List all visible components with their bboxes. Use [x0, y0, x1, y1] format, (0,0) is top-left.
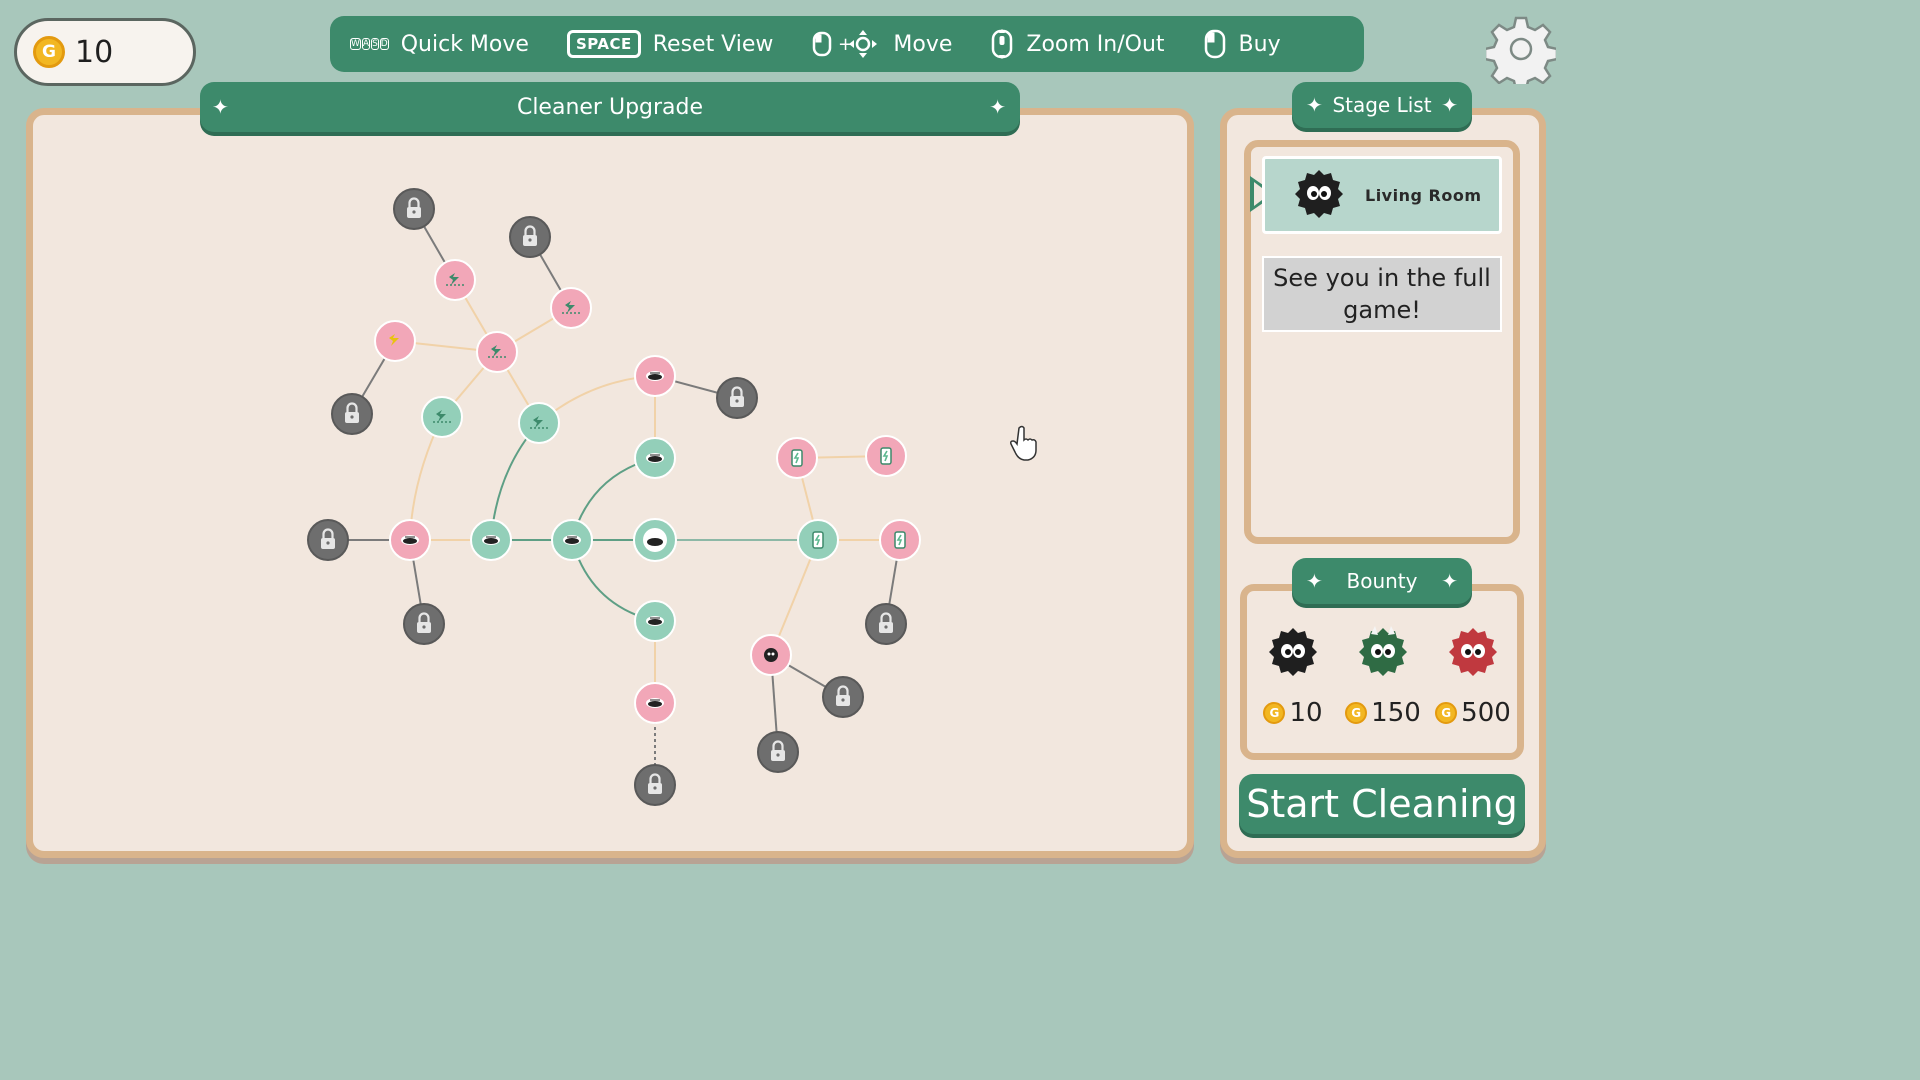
robot-vacuum-icon [645, 697, 665, 709]
coin-icon: G [1263, 702, 1286, 724]
stage-name: Living Room [1365, 185, 1482, 205]
robot-vacuum-icon [481, 534, 501, 546]
demo-notice: See you in the full game! [1262, 256, 1502, 332]
upgrade-node-speed[interactable] [476, 331, 518, 373]
upgrade-node-range[interactable] [634, 600, 676, 642]
upgrade-node-root[interactable] [633, 518, 677, 562]
battery-icon [812, 531, 824, 549]
dust-bunny-icon [1295, 170, 1343, 218]
bounty-item: G 10 [1248, 624, 1338, 728]
upgrade-node-battery[interactable] [865, 435, 907, 477]
upgrade-node-locked[interactable] [716, 377, 758, 419]
bounty-item: G 150 [1338, 624, 1428, 728]
green-horned-dust-bunny-icon [1359, 626, 1407, 676]
purchased-nodes [421, 396, 839, 642]
upgrade-node-cleaner[interactable] [634, 437, 676, 479]
battery-icon [894, 531, 906, 549]
robot-vacuum-icon [400, 534, 420, 546]
available-nodes [374, 259, 921, 724]
upgrade-node-locked[interactable] [757, 731, 799, 773]
sparkle-icon: ✦ [1441, 569, 1458, 593]
upgrade-node-speed[interactable] [550, 287, 592, 329]
hand-cursor-icon [1010, 425, 1037, 461]
upgrade-node-bounty[interactable] [750, 634, 792, 676]
upgrade-node-cleaner[interactable] [634, 355, 676, 397]
upgrade-node-battery[interactable] [797, 519, 839, 561]
bounty-item: G 500 [1428, 624, 1518, 728]
upgrade-node-cleaner[interactable] [551, 519, 593, 561]
upgrade-node-locked[interactable] [307, 519, 349, 561]
coin-icon: G [1345, 702, 1368, 724]
battery-icon [880, 447, 892, 465]
robot-vacuum-icon [645, 370, 665, 382]
upgrade-node-cleaner[interactable] [389, 519, 431, 561]
upgrade-node-locked[interactable] [634, 764, 676, 806]
robot-vacuum-icon [645, 452, 665, 464]
upgrade-node-speed[interactable] [434, 259, 476, 301]
sparkle-icon: ✦ [1306, 569, 1323, 593]
sparkle-icon: ✦ [1306, 93, 1323, 117]
upgrade-node-battery[interactable] [879, 519, 921, 561]
locked-nodes [307, 188, 907, 806]
bounty-reward: 150 [1371, 698, 1421, 728]
coin-icon: G [1435, 702, 1458, 724]
bounty-title: Bounty [1346, 569, 1418, 593]
robot-vacuum-icon [562, 534, 582, 546]
robot-vacuum-icon [645, 615, 665, 627]
upgrade-node-cleaner[interactable] [634, 682, 676, 724]
black-dust-bunny-icon [1269, 628, 1317, 676]
upgrade-node-locked[interactable] [822, 676, 864, 718]
red-dust-bunny-icon [1449, 628, 1497, 676]
bounty-reward: 10 [1289, 698, 1323, 728]
upgrade-node-battery[interactable] [776, 437, 818, 479]
upgrade-node-speed[interactable] [421, 396, 463, 438]
sparkle-icon: ✦ [1441, 93, 1458, 117]
battery-icon [791, 449, 803, 467]
upgrade-node-locked[interactable] [865, 603, 907, 645]
upgrade-node-locked[interactable] [509, 216, 551, 258]
stage-list-title: Stage List [1332, 93, 1432, 117]
dust-bunny-icon [764, 648, 778, 662]
upgrade-node-speed-gold[interactable] [374, 320, 416, 362]
bounty-header: ✦ Bounty ✦ [1292, 558, 1472, 604]
upgrade-node-locked[interactable] [393, 188, 435, 230]
stage-item-living-room[interactable]: Living Room [1262, 156, 1502, 234]
upgrade-node-cleaner[interactable] [470, 519, 512, 561]
start-cleaning-button[interactable]: Start Cleaning [1239, 774, 1525, 834]
bounty-reward: 500 [1461, 698, 1511, 728]
upgrade-node-locked[interactable] [331, 393, 373, 435]
upgrade-node-speed[interactable] [518, 402, 560, 444]
stage-list-header: ✦ Stage List ✦ [1292, 82, 1472, 128]
upgrade-node-locked[interactable] [403, 603, 445, 645]
robot-vacuum-icon [647, 538, 663, 546]
